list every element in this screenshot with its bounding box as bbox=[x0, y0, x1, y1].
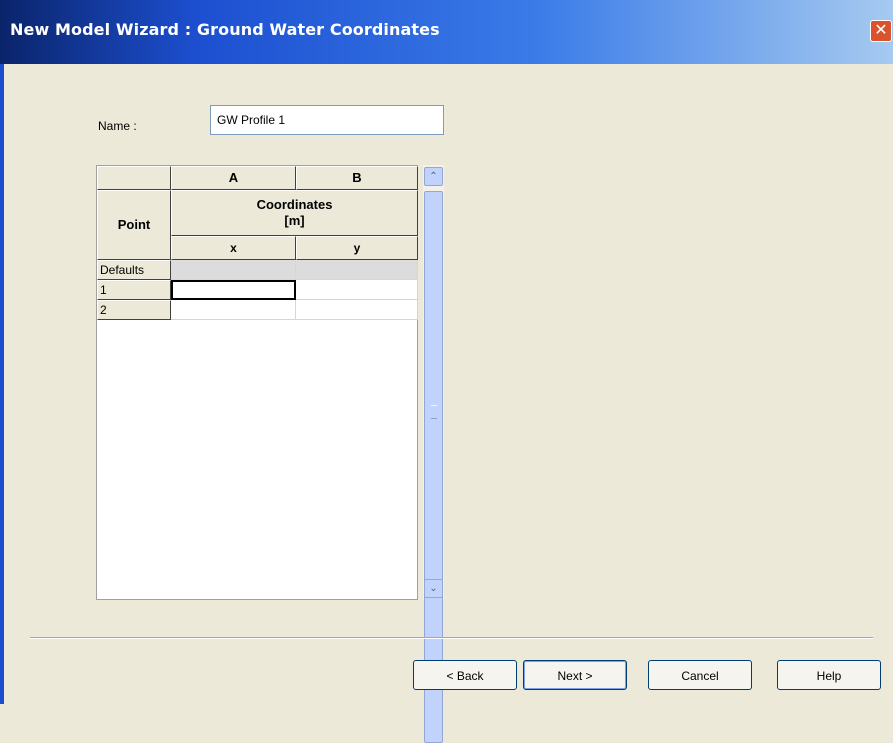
x-subheader: x bbox=[171, 236, 296, 260]
defaults-x-cell[interactable] bbox=[171, 260, 296, 280]
name-label: Name : bbox=[98, 119, 137, 133]
row-header-2[interactable]: 2 bbox=[97, 300, 171, 320]
scroll-up-icon[interactable]: ⌃ bbox=[424, 167, 443, 186]
cancel-button[interactable]: Cancel bbox=[648, 660, 752, 690]
window-title: New Model Wizard : Ground Water Coordina… bbox=[10, 20, 440, 39]
grid-corner bbox=[97, 166, 171, 190]
row2-x-cell[interactable] bbox=[171, 300, 296, 320]
next-button[interactable]: Next > bbox=[523, 660, 627, 690]
row-header-defaults[interactable]: Defaults bbox=[97, 260, 171, 280]
grid-vertical-scrollbar[interactable]: ⌃ ⌄ bbox=[423, 165, 444, 743]
row1-x-cell[interactable] bbox=[171, 280, 296, 300]
row-header-1[interactable]: 1 bbox=[97, 280, 171, 300]
defaults-y-cell[interactable] bbox=[296, 260, 418, 280]
scroll-grip-icon bbox=[431, 405, 437, 419]
help-button[interactable]: Help bbox=[777, 660, 881, 690]
y-subheader: y bbox=[296, 236, 418, 260]
row1-y-cell[interactable] bbox=[296, 280, 418, 300]
column-header-b[interactable]: B bbox=[296, 166, 418, 190]
coordinates-title: Coordinates bbox=[256, 197, 333, 212]
coordinates-unit: [m] bbox=[284, 213, 305, 228]
title-bar: New Model Wizard : Ground Water Coordina… bbox=[0, 0, 893, 64]
coordinates-grid: A B Point Coordinates [m] x y Defaults 1… bbox=[96, 165, 418, 600]
name-input[interactable] bbox=[210, 105, 444, 135]
button-separator bbox=[30, 637, 873, 639]
scroll-down-icon[interactable]: ⌄ bbox=[424, 579, 443, 598]
column-header-a[interactable]: A bbox=[171, 166, 296, 190]
row2-y-cell[interactable] bbox=[296, 300, 418, 320]
back-button[interactable]: < Back bbox=[413, 660, 517, 690]
close-icon[interactable]: ✕ bbox=[870, 20, 892, 42]
coordinates-header: Coordinates [m] bbox=[171, 190, 418, 236]
point-header: Point bbox=[97, 190, 171, 260]
